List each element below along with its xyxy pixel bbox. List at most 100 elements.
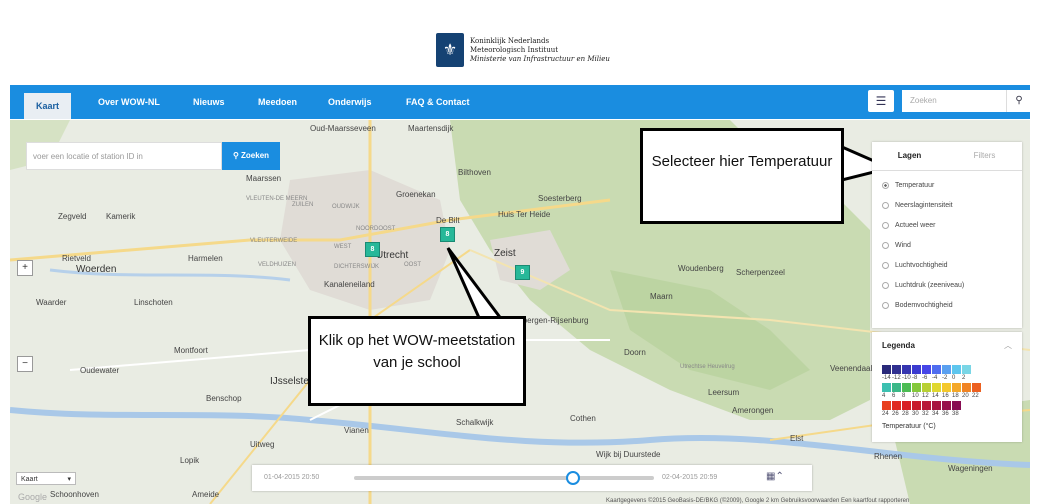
legend-panel: Legenda ︿ -14 -12 -10 -8 -6 -4 -2 0 2 4 6 8 10 12 14 1… <box>872 332 1022 442</box>
legend-swatch <box>882 383 891 392</box>
legend-swatch <box>932 383 941 392</box>
nav-over-wow[interactable]: Over WOW-NL <box>98 85 160 119</box>
legend-label: 18 <box>952 393 959 399</box>
search-icon[interactable]: ⚲ <box>1006 90 1031 112</box>
org-line-2: Meteorologisch Instituut <box>470 45 559 54</box>
place-label: Kanaleneiland <box>324 280 375 289</box>
calendar-icon[interactable]: ▦⌃ <box>766 471 784 482</box>
legend-label: -2 <box>942 375 948 381</box>
location-search-input[interactable]: voer een locatie of station ID in <box>26 142 222 170</box>
layer-option[interactable]: Temperatuur <box>872 175 1022 195</box>
layer-label: Wind <box>895 241 911 249</box>
place-label: Lopik <box>180 456 200 465</box>
place-label: Scherpenzeel <box>736 268 785 277</box>
legend-label: 4 <box>882 393 886 399</box>
legend-swatch <box>922 365 931 374</box>
station-marker[interactable]: 8 <box>365 242 380 257</box>
place-label: Maarn <box>650 292 673 301</box>
place-label: ZUILEN <box>292 202 314 208</box>
layer-option[interactable]: Luchtvochtigheid <box>872 255 1022 275</box>
main-nav: Kaart Over WOW-NL Nieuws Meedoen Onderwi… <box>10 85 1031 119</box>
legend-swatch <box>922 383 931 392</box>
place-label: Rhenen <box>874 452 903 461</box>
place-label: Cothen <box>570 414 596 423</box>
time-slider-bar: 01-04-2015 20:50 02-04-2015 20:59 ▦⌃ <box>252 465 812 491</box>
station-marker[interactable]: 9 <box>515 265 530 280</box>
time-slider-track[interactable] <box>354 476 654 480</box>
layer-label: Luchtvochtigheid <box>895 261 948 269</box>
legend-swatch <box>902 401 911 410</box>
list-icon[interactable]: ☰ <box>868 90 894 112</box>
legend-swatch <box>892 383 901 392</box>
tab-lagen[interactable]: Lagen <box>872 142 947 170</box>
layer-option[interactable]: Wind <box>872 235 1022 255</box>
layer-option[interactable]: Actueel weer <box>872 215 1022 235</box>
map[interactable]: Oud-Maarsseveen Maartensdijk Maarssen Bi… <box>10 120 1030 504</box>
nav-meedoen[interactable]: Meedoen <box>258 85 297 119</box>
layer-option[interactable]: Luchtdruk (zeeniveau) <box>872 275 1022 295</box>
legend-swatch <box>952 401 961 410</box>
layer-option[interactable]: Bodemvochtigheid <box>872 295 1022 315</box>
knmi-logo: ⚜ Koninklijk Nederlands Meteorologisch I… <box>436 33 610 67</box>
nav-onderwijs[interactable]: Onderwijs <box>328 85 372 119</box>
layer-option[interactable]: Neerslagintensiteit <box>872 195 1022 215</box>
legend-label: 32 <box>922 411 929 417</box>
org-line-3: Ministerie van Infrastructuur en Milieu <box>470 54 610 63</box>
place-label: De Bilt <box>436 216 460 225</box>
nav-faq-contact[interactable]: FAQ & Contact <box>406 85 470 119</box>
layer-label: Bodemvochtigheid <box>895 301 953 309</box>
chevron-up-icon[interactable]: ︿ <box>1004 340 1012 351</box>
legend-swatch <box>962 383 971 392</box>
callout-select-temperature: Selecteer hier Temperatuur <box>640 128 844 224</box>
place-label: VELDHUIZEN <box>258 262 297 268</box>
place-label: Waarder <box>36 298 67 307</box>
legend-swatch <box>922 401 931 410</box>
map-type-select-value: Kaart <box>21 476 38 483</box>
place-label: Elst <box>790 434 804 443</box>
radio-icon <box>882 241 889 249</box>
place-label: Doorn <box>624 348 646 357</box>
location-search-button[interactable]: ⚲ Zoeken <box>222 142 280 170</box>
legend-label: 26 <box>892 411 899 417</box>
legend-label: 16 <box>942 393 949 399</box>
station-marker[interactable]: 8 <box>440 227 455 242</box>
map-attribution: Kaartgegevens ©2015 GeoBasis-DE/BKG (©20… <box>606 498 910 504</box>
legend-label: 24 <box>882 411 889 417</box>
nav-nieuws[interactable]: Nieuws <box>193 85 225 119</box>
place-label: VLEUTERWEIDE <box>250 238 298 244</box>
radio-icon <box>882 201 889 209</box>
legend-label: 8 <box>902 393 906 399</box>
time-slider-handle[interactable] <box>566 471 580 485</box>
legend-swatch <box>912 401 921 410</box>
place-label: Uitweg <box>250 440 275 449</box>
layer-label: Neerslagintensiteit <box>895 201 953 209</box>
legend-swatch <box>912 383 921 392</box>
place-label: Linschoten <box>134 298 173 307</box>
legend-label: 10 <box>912 393 919 399</box>
zoom-in-button[interactable]: + <box>17 260 33 276</box>
place-label: Schoonhoven <box>50 490 99 499</box>
legend-swatch <box>892 365 901 374</box>
tab-filters[interactable]: Filters <box>947 142 1022 170</box>
radio-selected-icon <box>882 181 889 189</box>
legend-label: 2 <box>962 375 966 381</box>
place-label: Groenekan <box>396 190 436 199</box>
legend-swatch <box>882 401 891 410</box>
legend-label: 0 <box>952 375 956 381</box>
nav-kaart[interactable]: Kaart <box>24 93 72 119</box>
map-type-select[interactable]: Kaart ▾ <box>16 472 76 485</box>
legend-label: -6 <box>922 375 928 381</box>
radio-icon <box>882 221 889 229</box>
zoom-out-button[interactable]: − <box>17 356 33 372</box>
place-label: WEST <box>334 244 352 250</box>
place-label: Veenendaal <box>830 364 873 373</box>
place-label: Ameide <box>192 490 220 499</box>
search-input[interactable]: Zoeken <box>902 90 1006 112</box>
google-logo: Google <box>18 492 48 502</box>
place-label: DICHTERSWIJK <box>334 264 379 270</box>
place-label: Utrecht <box>376 250 409 261</box>
legend-swatch <box>942 401 951 410</box>
place-label: NOORDOOST <box>356 226 396 232</box>
place-label: Woerden <box>76 264 117 275</box>
place-label: Zegveld <box>58 212 87 221</box>
